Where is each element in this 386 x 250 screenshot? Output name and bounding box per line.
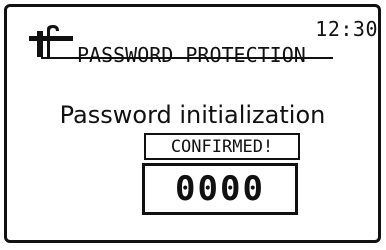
- page-title: PASSWORD PROTECTION: [77, 43, 306, 67]
- subtitle-text: Password initialization: [59, 101, 326, 129]
- clock-time: 12:30: [315, 17, 378, 41]
- header-divider: [41, 57, 333, 59]
- status-badge: CONFIRMED!: [144, 133, 300, 160]
- tools-icon: [29, 25, 73, 57]
- display-screen: 12:30 PASSWORD PROTECTION Password initi…: [4, 4, 381, 243]
- password-code-display: 0000: [142, 163, 298, 215]
